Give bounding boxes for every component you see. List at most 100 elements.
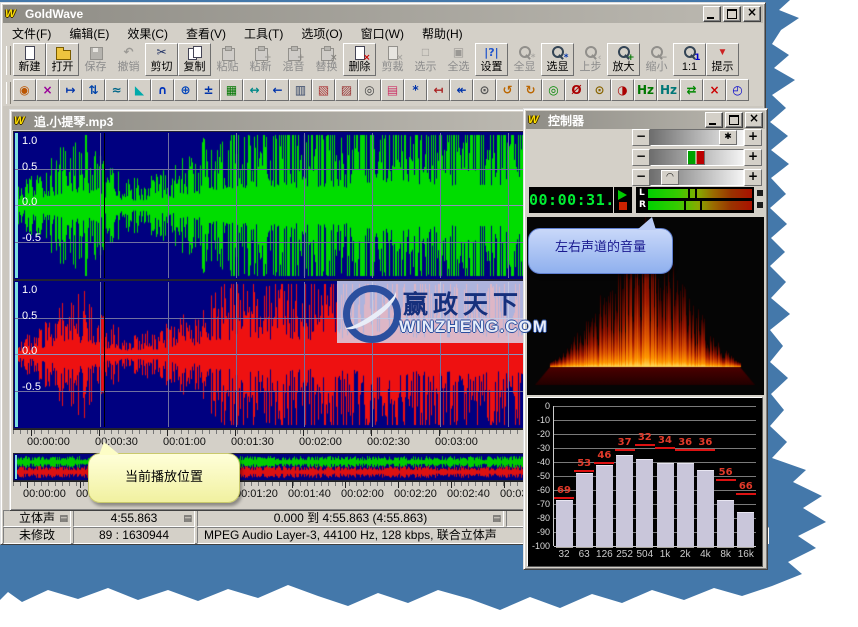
effect-button-21[interactable]: ⊙ — [473, 79, 496, 101]
controller-title-bar[interactable]: W 控制器 — [526, 111, 765, 129]
save-button[interactable]: 保存 — [79, 43, 112, 76]
zoom-out-button[interactable]: − 缩小 — [640, 43, 673, 76]
effect-button-4[interactable]: ⇅ — [82, 79, 105, 101]
effect-button-2[interactable]: × — [36, 79, 59, 101]
effect-button-5[interactable]: ≈ — [105, 79, 128, 101]
zoom-previous-button[interactable]: ‹ 上步 — [574, 43, 607, 76]
volume-slider-thumb[interactable]: ◠ — [661, 170, 679, 185]
open-button[interactable]: 打开 — [46, 43, 79, 76]
menu-item-6[interactable]: 选项(O) — [292, 23, 351, 44]
effect-button-31[interactable]: × — [703, 79, 726, 101]
playhead-marker[interactable] — [104, 282, 105, 427]
effect-button-32[interactable]: ◴ — [726, 79, 749, 101]
effect-button-14[interactable]: ▧ — [312, 79, 335, 101]
cut-button[interactable]: ✂ 剪切 — [145, 43, 178, 76]
toolbar-button-label: 复制 — [183, 61, 206, 73]
speed-slider-increase-button[interactable]: + — [744, 129, 762, 146]
grid-hline — [15, 242, 528, 243]
effect-button-10[interactable]: ▦ — [220, 79, 243, 101]
effect-button-8[interactable]: ⊕ — [174, 79, 197, 101]
record-indicator-icon[interactable] — [619, 202, 627, 210]
effect-button-15[interactable]: ▨ — [335, 79, 358, 101]
menu-item-5[interactable]: 工具(T) — [235, 23, 292, 44]
effect-button-24[interactable]: ◎ — [542, 79, 565, 101]
playhead-marker[interactable] — [104, 133, 105, 278]
effect-button-22[interactable]: ↺ — [496, 79, 519, 101]
balance-slider-increase-button[interactable]: + — [744, 149, 762, 166]
maximize-button[interactable] — [723, 6, 741, 22]
document-title-bar[interactable]: W 追.小提琴.mp3 — [12, 112, 530, 130]
zoom-selection-button[interactable]: * 选显 — [541, 43, 574, 76]
effect-button-17[interactable]: ▤ — [381, 79, 404, 101]
time-ruler[interactable]: 00:00:00 00:00:30 00:01:00 00:01:30 00:02:00… — [13, 429, 528, 452]
menu-item-1[interactable]: 文件(F) — [3, 23, 60, 44]
left-channel-panel[interactable]: 1.0 0.5 0.0 -0.5 — [13, 131, 530, 280]
effect-button-26[interactable]: ⊙ — [588, 79, 611, 101]
effect-button-30[interactable]: ⇄ — [680, 79, 703, 101]
balance-slider-thumb[interactable] — [687, 150, 705, 165]
status-menu-icon[interactable]: ▤ — [492, 512, 501, 524]
copy-button[interactable]: 复制 — [178, 43, 211, 76]
balance-slider-decrease-button[interactable]: − — [632, 149, 650, 166]
volume-slider-track[interactable]: ◠ — [650, 169, 744, 186]
volume-slider-increase-button[interactable]: + — [744, 169, 762, 186]
controller-close-button[interactable] — [745, 111, 763, 128]
effect-button-1[interactable]: ◉ — [13, 79, 36, 101]
toolbar-grip[interactable] — [6, 46, 11, 75]
status-menu-icon[interactable]: ▤ — [59, 512, 68, 524]
effect-button-12[interactable]: ← — [266, 79, 289, 101]
effect-button-6[interactable]: ◣ — [128, 79, 151, 101]
effect-button-19[interactable]: ↤ — [427, 79, 450, 101]
effect-button-29[interactable]: Hz — [657, 79, 680, 101]
effect-button-3[interactable]: ↦ — [59, 79, 82, 101]
trim-button[interactable]: × 剪裁 — [376, 43, 409, 76]
delete-button[interactable]: × 删除 — [343, 43, 376, 76]
save-floppy-icon — [86, 45, 106, 61]
close-button[interactable] — [743, 5, 761, 22]
select-all-button[interactable]: ▣ 全选 — [442, 43, 475, 76]
mix-button[interactable]: + 混音 — [277, 43, 310, 76]
effect-button-18[interactable]: * — [404, 79, 427, 101]
main-title-bar[interactable]: W GoldWave — [3, 5, 763, 23]
effect-button-7[interactable]: ∩ — [151, 79, 174, 101]
effect-button-23[interactable]: ↻ — [519, 79, 542, 101]
effect-button-20[interactable]: ↞ — [450, 79, 473, 101]
speed-slider-thumb[interactable]: ✱ — [719, 130, 737, 145]
settings-button[interactable]: |?| 设置 — [475, 43, 508, 76]
paste-new-button[interactable]: + 粘新 — [244, 43, 277, 76]
paste-button[interactable]: 粘贴 — [211, 43, 244, 76]
effect-button-25[interactable]: Ø — [565, 79, 588, 101]
effect-button-16[interactable]: ◎ — [358, 79, 381, 101]
effect-button-27[interactable]: ◑ — [611, 79, 634, 101]
menu-item-2[interactable]: 编辑(E) — [60, 23, 118, 44]
undo-button[interactable]: ↶ 撤销 — [112, 43, 145, 76]
zoom-1-1-magnifier-icon: 1 — [680, 45, 701, 63]
zoom-all-button[interactable]: * 全显 — [508, 43, 541, 76]
show-selection-button[interactable]: □ 选示 — [409, 43, 442, 76]
effect-button-9[interactable]: ± — [197, 79, 220, 101]
controller-minimize-button[interactable] — [705, 112, 723, 128]
menu-item-3[interactable]: 效果(C) — [118, 23, 177, 44]
eq-bar — [616, 455, 634, 548]
status-menu-icon[interactable]: ▤ — [183, 512, 192, 524]
effect-button-28[interactable]: Hz — [634, 79, 657, 101]
play-indicator-icon[interactable] — [618, 190, 627, 200]
speed-slider-track[interactable]: ✱ — [650, 129, 744, 146]
effect-button-13[interactable]: ▥ — [289, 79, 312, 101]
tips-button[interactable]: ▼ 提示 — [706, 43, 739, 76]
minimize-button[interactable] — [703, 6, 721, 22]
menu-item-7[interactable]: 窗口(W) — [352, 23, 413, 44]
menu-item-4[interactable]: 查看(V) — [177, 23, 235, 44]
new-button[interactable]: 新建 — [13, 43, 46, 76]
replace-button[interactable]: × 替换 — [310, 43, 343, 76]
eq-bar — [575, 473, 593, 548]
balance-slider-track[interactable] — [650, 149, 744, 166]
controller-maximize-button[interactable] — [725, 112, 743, 128]
toolbar-grip[interactable] — [6, 82, 11, 104]
speed-slider-decrease-button[interactable]: − — [632, 129, 650, 146]
zoom-in-button[interactable]: + 放大 — [607, 43, 640, 76]
effect-button-11[interactable]: ↔ — [243, 79, 266, 101]
volume-slider-decrease-button[interactable]: − — [632, 169, 650, 186]
menu-item-8[interactable]: 帮助(H) — [413, 23, 472, 44]
zoom-1-1-button[interactable]: 1 1:1 — [673, 43, 706, 76]
